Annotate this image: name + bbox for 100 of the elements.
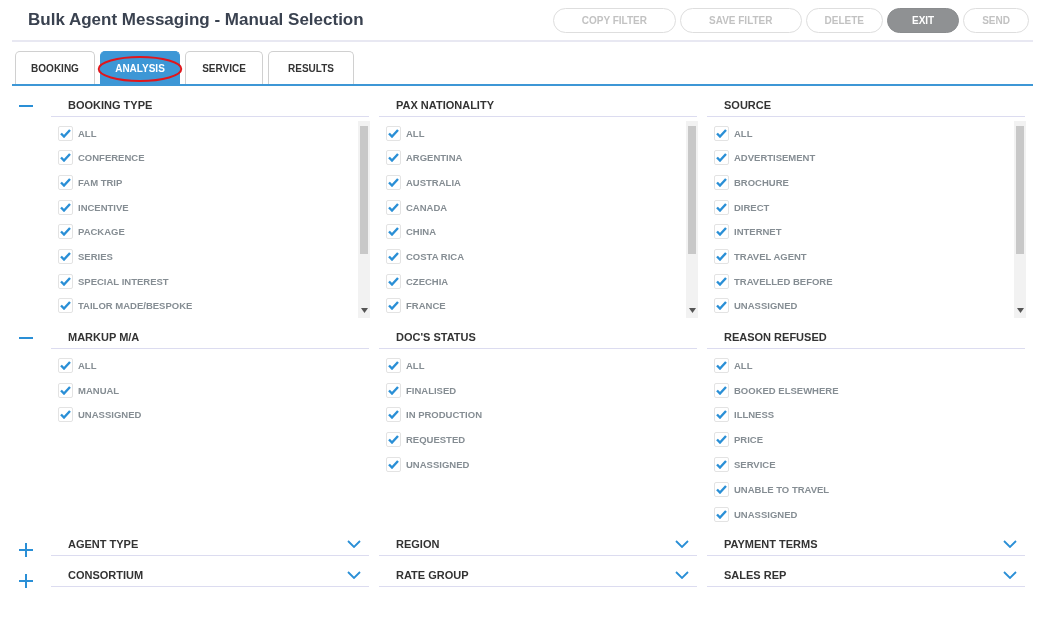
checkbox[interactable] xyxy=(714,506,729,522)
expand-icon[interactable] xyxy=(18,572,34,589)
scrollbar[interactable] xyxy=(686,121,698,318)
check-icon xyxy=(716,360,727,370)
section-header[interactable]: PAYMENT TERMS xyxy=(707,532,1025,556)
section-title: SALES REP xyxy=(724,568,787,581)
checkbox[interactable] xyxy=(386,298,401,314)
section-title: MARKUP M/A xyxy=(68,331,140,343)
checkbox[interactable] xyxy=(714,457,729,473)
check-icon xyxy=(60,128,71,138)
scroll-down-icon[interactable] xyxy=(688,308,696,313)
section-header[interactable]: REGION xyxy=(379,532,697,556)
checkbox[interactable] xyxy=(58,248,73,264)
check-icon xyxy=(716,178,727,188)
section-title: REGION xyxy=(396,537,440,550)
chevron-down-icon[interactable] xyxy=(347,539,361,548)
section-title: DOC'S STATUS xyxy=(396,331,476,343)
checkbox[interactable] xyxy=(714,481,729,497)
check-icon xyxy=(716,227,727,237)
checkbox[interactable] xyxy=(386,407,401,423)
option-label: COSTA RICA xyxy=(406,250,465,262)
check-icon xyxy=(388,360,399,370)
checkbox[interactable] xyxy=(714,357,729,373)
option-label: PACKAGE xyxy=(78,226,125,238)
checkbox[interactable] xyxy=(58,273,73,289)
checkbox[interactable] xyxy=(714,199,729,215)
scroll-down-icon[interactable] xyxy=(360,308,368,313)
option-label: CHINA xyxy=(406,226,437,238)
option-label: SERVICE xyxy=(734,459,776,471)
checkbox[interactable] xyxy=(386,175,401,191)
checkbox[interactable] xyxy=(386,382,401,398)
option-label: SPECIAL INTEREST xyxy=(78,275,169,287)
check-icon xyxy=(388,410,399,420)
check-icon xyxy=(388,128,399,138)
option-label: BOOKED ELSEWHERE xyxy=(734,384,839,396)
check-icon xyxy=(388,301,399,311)
section-header[interactable]: AGENT TYPE xyxy=(51,532,369,556)
scrollbar[interactable] xyxy=(1014,121,1026,318)
checkbox[interactable] xyxy=(714,150,729,166)
option-label: UNASSIGNED xyxy=(734,300,798,312)
section-header[interactable]: SALES REP xyxy=(707,563,1025,587)
chevron-down-icon[interactable] xyxy=(675,570,689,579)
checkbox[interactable] xyxy=(58,382,73,398)
check-icon xyxy=(60,251,71,261)
check-icon xyxy=(388,202,399,212)
checkbox[interactable] xyxy=(386,199,401,215)
scroll-down-icon[interactable] xyxy=(1016,308,1024,313)
checkbox[interactable] xyxy=(714,432,729,448)
check-icon xyxy=(60,276,71,286)
check-icon xyxy=(716,153,727,163)
check-icon xyxy=(388,435,399,445)
checkbox[interactable] xyxy=(714,175,729,191)
section-header[interactable]: CONSORTIUM xyxy=(51,563,369,587)
option-label: FAM TRIP xyxy=(78,177,123,189)
check-icon xyxy=(60,410,71,420)
check-icon xyxy=(716,301,727,311)
checkbox[interactable] xyxy=(714,298,729,314)
checkbox[interactable] xyxy=(386,125,401,141)
checkbox[interactable] xyxy=(714,248,729,264)
checkbox[interactable] xyxy=(386,224,401,240)
checkbox[interactable] xyxy=(58,224,73,240)
checkbox[interactable] xyxy=(58,199,73,215)
checkbox[interactable] xyxy=(714,382,729,398)
check-icon xyxy=(716,385,727,395)
checkbox[interactable] xyxy=(58,298,73,314)
tab[interactable]: RESULTS xyxy=(268,51,354,84)
scrollbar[interactable] xyxy=(358,121,370,318)
checkbox[interactable] xyxy=(58,125,73,141)
section-title: BOOKING TYPE xyxy=(68,99,153,111)
checkbox[interactable] xyxy=(714,407,729,423)
option-label: ALL xyxy=(78,359,97,371)
chevron-down-icon[interactable] xyxy=(347,570,361,579)
check-icon xyxy=(388,276,399,286)
checkbox[interactable] xyxy=(386,457,401,473)
tab[interactable]: BOOKING xyxy=(15,51,95,84)
checkbox[interactable] xyxy=(714,125,729,141)
tab[interactable]: SERVICE xyxy=(185,51,263,84)
checkbox[interactable] xyxy=(58,407,73,423)
checkbox[interactable] xyxy=(386,432,401,448)
checkbox[interactable] xyxy=(58,175,73,191)
checkbox[interactable] xyxy=(386,150,401,166)
option-label: CANADA xyxy=(406,201,448,213)
chevron-down-icon[interactable] xyxy=(1003,570,1017,579)
check-icon xyxy=(60,153,71,163)
chevron-down-icon[interactable] xyxy=(1003,539,1017,548)
option-label: REQUESTED xyxy=(406,434,466,446)
checkbox[interactable] xyxy=(386,248,401,264)
expand-icon[interactable] xyxy=(18,541,34,558)
option-label: UNASSIGNED xyxy=(406,459,470,471)
check-icon xyxy=(716,484,727,494)
check-icon xyxy=(388,251,399,261)
checkbox[interactable] xyxy=(714,224,729,240)
checkbox[interactable] xyxy=(386,357,401,373)
checkbox[interactable] xyxy=(386,273,401,289)
section-header[interactable]: RATE GROUP xyxy=(379,563,697,587)
checkbox[interactable] xyxy=(714,273,729,289)
checkbox[interactable] xyxy=(58,357,73,373)
checkbox[interactable] xyxy=(58,150,73,166)
check-icon xyxy=(716,276,727,286)
chevron-down-icon[interactable] xyxy=(675,539,689,548)
